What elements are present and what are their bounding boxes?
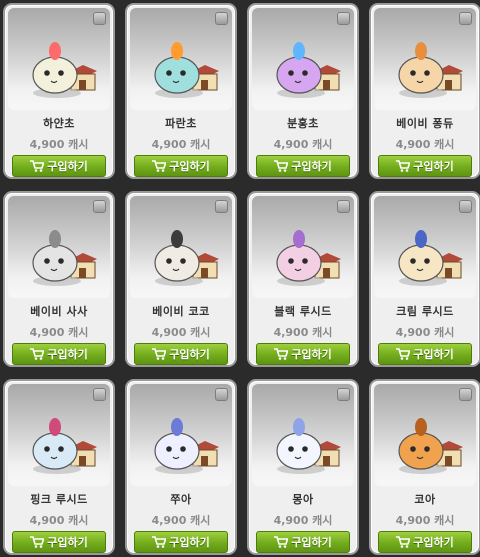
buy-button[interactable]: 구입하기 <box>256 343 350 365</box>
buy-button-label: 구입하기 <box>413 536 454 549</box>
cart-icon <box>30 348 45 360</box>
item-name: 코아 <box>414 493 436 506</box>
item-name: 베이비 코코 <box>152 305 210 318</box>
item-grid: 하얀초 4,900 캐시 구입하기 파란초 4,900 캐시 구입하기 분홍초 … <box>3 3 480 555</box>
pet-icon <box>32 42 97 98</box>
select-checkbox[interactable] <box>215 200 228 213</box>
item-card-8: 크림 루시드 4,900 캐시 구입하기 <box>369 191 480 367</box>
item-name: 블랙 루시드 <box>274 305 332 318</box>
item-price: 4,900 캐시 <box>395 138 455 151</box>
item-price: 4,900 캐시 <box>151 138 211 151</box>
buy-button-label: 구입하기 <box>291 348 332 361</box>
buy-button-label: 구입하기 <box>169 160 210 173</box>
item-name: 쭈아 <box>170 493 192 506</box>
buy-button-label: 구입하기 <box>47 160 88 173</box>
select-checkbox[interactable] <box>459 200 472 213</box>
select-checkbox[interactable] <box>337 200 350 213</box>
item-price: 4,900 캐시 <box>273 514 333 527</box>
select-checkbox[interactable] <box>93 12 106 25</box>
cart-icon <box>396 348 411 360</box>
item-card-7: 블랙 루시드 4,900 캐시 구입하기 <box>247 191 359 367</box>
item-card-3: 분홍초 4,900 캐시 구입하기 <box>247 3 359 179</box>
cart-icon <box>274 536 289 548</box>
select-checkbox[interactable] <box>215 388 228 401</box>
cart-icon <box>30 536 45 548</box>
pet-icon <box>32 418 97 474</box>
buy-button[interactable]: 구입하기 <box>134 531 228 553</box>
pet-icon <box>154 418 219 474</box>
pet-icon <box>276 42 341 98</box>
pet-icon <box>398 230 463 286</box>
buy-button[interactable]: 구입하기 <box>378 343 472 365</box>
item-card-11: 몽아 4,900 캐시 구입하기 <box>247 379 359 555</box>
buy-button[interactable]: 구입하기 <box>256 531 350 553</box>
cart-icon <box>396 160 411 172</box>
select-checkbox[interactable] <box>459 12 472 25</box>
buy-button-label: 구입하기 <box>291 536 332 549</box>
pet-icon <box>276 230 341 286</box>
item-card-6: 베이비 코코 4,900 캐시 구입하기 <box>125 191 237 367</box>
cart-icon <box>152 348 167 360</box>
pet-icon <box>32 230 97 286</box>
item-price: 4,900 캐시 <box>29 138 89 151</box>
cart-icon <box>396 536 411 548</box>
buy-button-label: 구입하기 <box>47 536 88 549</box>
item-price: 4,900 캐시 <box>151 514 211 527</box>
select-checkbox[interactable] <box>337 12 350 25</box>
item-name: 분홍초 <box>287 117 319 130</box>
item-card-10: 쭈아 4,900 캐시 구입하기 <box>125 379 237 555</box>
select-checkbox[interactable] <box>459 388 472 401</box>
cart-icon <box>30 160 45 172</box>
item-price: 4,900 캐시 <box>395 326 455 339</box>
select-checkbox[interactable] <box>337 388 350 401</box>
pet-icon <box>154 230 219 286</box>
pet-icon <box>154 42 219 98</box>
item-name: 파란초 <box>165 117 197 130</box>
item-price: 4,900 캐시 <box>273 326 333 339</box>
cart-icon <box>152 160 167 172</box>
buy-button[interactable]: 구입하기 <box>12 155 106 177</box>
buy-button-label: 구입하기 <box>291 160 332 173</box>
cart-icon <box>274 348 289 360</box>
item-name: 핑크 루시드 <box>30 493 88 506</box>
select-checkbox[interactable] <box>93 200 106 213</box>
pet-icon <box>398 42 463 98</box>
buy-button[interactable]: 구입하기 <box>378 531 472 553</box>
buy-button[interactable]: 구입하기 <box>12 343 106 365</box>
item-card-2: 파란초 4,900 캐시 구입하기 <box>125 3 237 179</box>
buy-button[interactable]: 구입하기 <box>134 343 228 365</box>
item-price: 4,900 캐시 <box>29 326 89 339</box>
buy-button-label: 구입하기 <box>413 348 454 361</box>
item-card-4: 베이비 퐁듀 4,900 캐시 구입하기 <box>369 3 480 179</box>
item-name: 베이비 퐁듀 <box>396 117 454 130</box>
select-checkbox[interactable] <box>93 388 106 401</box>
cart-icon <box>152 536 167 548</box>
buy-button-label: 구입하기 <box>413 160 454 173</box>
item-price: 4,900 캐시 <box>273 138 333 151</box>
item-card-1: 하얀초 4,900 캐시 구입하기 <box>3 3 115 179</box>
item-card-12: 코아 4,900 캐시 구입하기 <box>369 379 480 555</box>
buy-button-label: 구입하기 <box>169 348 210 361</box>
pet-icon <box>276 418 341 474</box>
buy-button-label: 구입하기 <box>169 536 210 549</box>
item-card-9: 핑크 루시드 4,900 캐시 구입하기 <box>3 379 115 555</box>
item-name: 몽아 <box>292 493 314 506</box>
buy-button[interactable]: 구입하기 <box>256 155 350 177</box>
buy-button-label: 구입하기 <box>47 348 88 361</box>
item-price: 4,900 캐시 <box>395 514 455 527</box>
pet-icon <box>398 418 463 474</box>
item-card-5: 베이비 사사 4,900 캐시 구입하기 <box>3 191 115 367</box>
item-price: 4,900 캐시 <box>29 514 89 527</box>
buy-button[interactable]: 구입하기 <box>134 155 228 177</box>
item-price: 4,900 캐시 <box>151 326 211 339</box>
buy-button[interactable]: 구입하기 <box>378 155 472 177</box>
item-name: 하얀초 <box>43 117 75 130</box>
item-name: 베이비 사사 <box>30 305 88 318</box>
item-name: 크림 루시드 <box>396 305 454 318</box>
buy-button[interactable]: 구입하기 <box>12 531 106 553</box>
cart-icon <box>274 160 289 172</box>
select-checkbox[interactable] <box>215 12 228 25</box>
